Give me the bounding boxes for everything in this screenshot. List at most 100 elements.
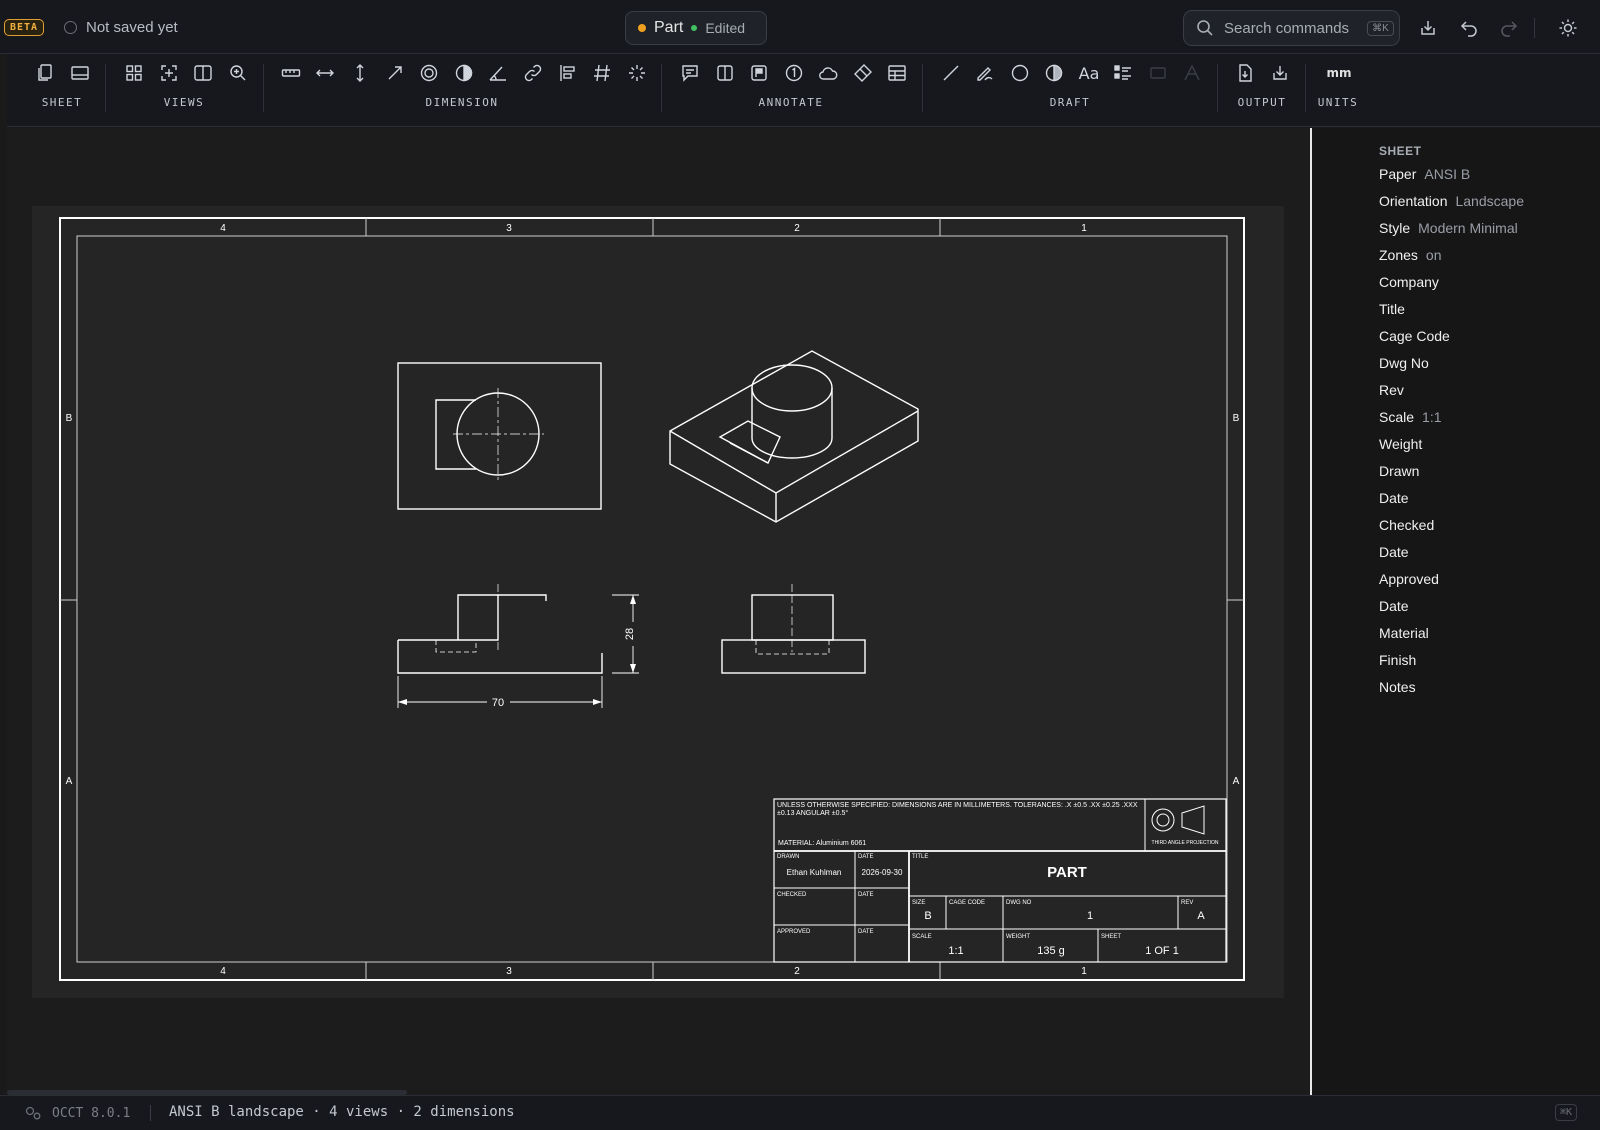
panel-row-value: 1:1	[1422, 409, 1442, 425]
list-icon[interactable]	[1112, 62, 1134, 84]
document-pill[interactable]: Part Edited	[625, 11, 767, 45]
section-view-icon[interactable]	[192, 62, 214, 84]
panel-row-scale[interactable]: Scale 1:1	[1379, 409, 1442, 425]
zone-label-top: 3	[506, 223, 512, 234]
panel-row-rev[interactable]: Rev	[1379, 382, 1404, 398]
panel-row-finish[interactable]: Finish	[1379, 652, 1416, 668]
document-state: Edited	[705, 20, 746, 36]
base-views-icon[interactable]	[123, 62, 145, 84]
panel-row-label: Orientation	[1379, 193, 1448, 209]
panel-row-paper[interactable]: Paper ANSI B	[1379, 166, 1470, 182]
panel-row-material[interactable]: Material	[1379, 625, 1429, 641]
panel-row-label: Checked	[1379, 517, 1435, 533]
text-icon[interactable]: Aa	[1078, 62, 1100, 84]
angle-dim-icon[interactable]	[487, 62, 509, 84]
units-toggle[interactable]: mm	[1327, 62, 1352, 84]
panel-row-label: Dwg No	[1379, 355, 1429, 371]
panel-row-weight[interactable]: Weight	[1379, 436, 1422, 452]
fill-icon[interactable]	[1043, 62, 1065, 84]
detail-view-icon[interactable]	[227, 62, 249, 84]
split-icon[interactable]	[714, 62, 736, 84]
horizontal-scrollbar[interactable]	[7, 1090, 407, 1095]
panel-row-value: ANSI B	[1424, 166, 1471, 182]
ribbon-label-dimension: DIMENSION	[425, 96, 499, 109]
projected-view-icon[interactable]	[158, 62, 180, 84]
dimension-height-value: 28	[624, 628, 636, 640]
panel-row-cage-code[interactable]: Cage Code	[1379, 328, 1450, 344]
sheet-summary: ANSI B landscape · 4 views · 2 dimension…	[169, 1104, 515, 1120]
zone-label-left: A	[66, 776, 73, 787]
sketch-icon[interactable]	[974, 62, 996, 84]
tag-icon[interactable]	[852, 62, 874, 84]
redo-icon[interactable]	[1497, 16, 1521, 40]
panel-row-orientation[interactable]: Orientation Landscape	[1379, 193, 1524, 209]
new-sheet-icon[interactable]	[34, 62, 56, 84]
panel-row-company[interactable]: Company	[1379, 274, 1439, 290]
radius-dim-icon[interactable]	[384, 62, 406, 84]
ribbon-divider	[105, 64, 106, 112]
panel-row-label: Approved	[1379, 571, 1439, 587]
download-icon[interactable]	[1269, 62, 1291, 84]
table-icon[interactable]	[886, 62, 908, 84]
command-search[interactable]: Search commands ⌘K	[1183, 10, 1400, 46]
disabled-b-icon	[1181, 62, 1203, 84]
ribbon-divider	[661, 64, 662, 112]
properties-panel: SHEET Paper ANSI B Orientation Landscape Sty…	[1310, 128, 1600, 1095]
titleblock-icon[interactable]	[69, 62, 91, 84]
zone-label-top: 4	[220, 223, 226, 234]
panel-row-label: Material	[1379, 625, 1429, 641]
panel-row-date[interactable]: Date	[1379, 490, 1409, 506]
drawing-sheet[interactable]: 4 3 2 1 4 3 2 1 B A B A 70 28 UNLESS OTH…	[32, 206, 1284, 998]
chain-dim-icon[interactable]	[522, 62, 544, 84]
scale-label: SCALE	[912, 934, 932, 940]
diameter-dim-icon[interactable]	[418, 62, 440, 84]
zone-label-bottom: 1	[1081, 966, 1087, 977]
baseline-dim-icon[interactable]	[557, 62, 579, 84]
panel-row-date[interactable]: Date	[1379, 544, 1409, 560]
circle-icon[interactable]	[1009, 62, 1031, 84]
export-pdf-icon[interactable]	[1234, 62, 1256, 84]
panel-row-date[interactable]: Date	[1379, 598, 1409, 614]
ribbon-toolbar: SHEET VIEWS DIMENSION ANNOTATE Aa DRAFT …	[7, 54, 1600, 127]
note-icon[interactable]	[679, 62, 701, 84]
panel-row-title[interactable]: Title	[1379, 301, 1405, 317]
drawn-label: DRAWN	[777, 854, 799, 860]
size-value: B	[924, 910, 931, 922]
panel-row-zones[interactable]: Zones on	[1379, 247, 1442, 263]
ribbon-label-annotate: ANNOTATE	[758, 96, 824, 109]
scale-value: 1:1	[948, 945, 963, 957]
ribbon-divider	[1217, 64, 1218, 112]
panel-row-style[interactable]: Style Modern Minimal	[1379, 220, 1518, 236]
import-icon[interactable]	[1416, 16, 1440, 40]
topbar-divider	[1534, 18, 1535, 38]
flag-icon[interactable]	[748, 62, 770, 84]
vertical-dim-icon[interactable]	[349, 62, 371, 84]
panel-row-label: Scale	[1379, 409, 1415, 425]
horizontal-dim-icon[interactable]	[314, 62, 336, 84]
panel-row-dwg-no[interactable]: Dwg No	[1379, 355, 1429, 371]
projection-label: THIRD ANGLE PROJECTION	[1152, 840, 1219, 846]
half-dim-icon[interactable]	[453, 62, 475, 84]
linear-dim-icon[interactable]	[280, 62, 302, 84]
line-icon[interactable]	[940, 62, 962, 84]
panel-row-drawn[interactable]: Drawn	[1379, 463, 1419, 479]
panel-row-label: Date	[1379, 490, 1409, 506]
panel-row-label: Finish	[1379, 652, 1417, 668]
panel-row-checked[interactable]: Checked	[1379, 517, 1434, 533]
checked-date-label: DATE	[858, 892, 874, 898]
auto-dim-icon[interactable]	[626, 62, 648, 84]
panel-row-notes[interactable]: Notes	[1379, 679, 1416, 695]
panel-row-approved[interactable]: Approved	[1379, 571, 1439, 587]
statusbar-shortcut[interactable]: ⌘K	[1555, 1104, 1578, 1121]
cloud-icon[interactable]	[817, 62, 839, 84]
theme-icon[interactable]	[1556, 16, 1580, 40]
ordinate-dim-icon[interactable]	[591, 62, 613, 84]
balloon-icon[interactable]	[783, 62, 805, 84]
panel-row-label: Date	[1379, 598, 1409, 614]
undo-icon[interactable]	[1457, 16, 1481, 40]
panel-row-value: Landscape	[1455, 193, 1524, 209]
drawn-value: Ethan Kuhlman	[787, 868, 842, 877]
approved-label: APPROVED	[777, 929, 811, 935]
beta-badge: BETA	[4, 19, 45, 36]
ribbon-label-draft: DRAFT	[1049, 96, 1091, 109]
